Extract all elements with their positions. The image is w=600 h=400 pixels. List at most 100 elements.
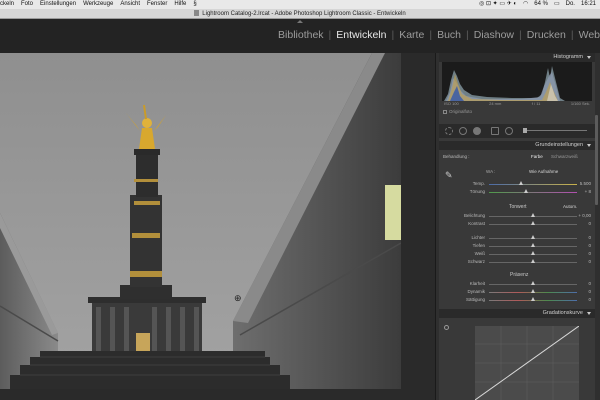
menu-item-view[interactable]: Ansicht bbox=[120, 0, 140, 9]
temp-value[interactable]: 5.500 bbox=[580, 181, 591, 186]
crop-tool-icon[interactable] bbox=[445, 127, 453, 135]
whites-slider-row[interactable]: Weiß 0 bbox=[439, 251, 595, 257]
blacks-value[interactable]: 0 bbox=[588, 259, 591, 264]
module-map[interactable]: Karte bbox=[399, 29, 424, 41]
treatment-color-button[interactable]: Farbe bbox=[531, 154, 543, 159]
exposure-knob[interactable] bbox=[531, 213, 535, 217]
vibrance-label: Dynamik bbox=[467, 289, 485, 294]
tint-value[interactable]: + 8 bbox=[585, 189, 591, 194]
photo-canvas[interactable]: ⊕ bbox=[0, 53, 435, 400]
spot-removal-icon[interactable] bbox=[459, 127, 467, 135]
clock-time[interactable]: 16:21 bbox=[581, 0, 596, 9]
collapse-top-panel-icon[interactable] bbox=[297, 20, 303, 23]
menu-item-tools[interactable]: Werkzeuge bbox=[83, 0, 113, 9]
module-develop[interactable]: Entwickeln bbox=[336, 29, 386, 41]
module-separator: | bbox=[429, 29, 433, 41]
histogram-graph[interactable] bbox=[442, 62, 592, 101]
tint-knob[interactable] bbox=[524, 189, 528, 193]
tone-curve-title: Gradationskurve bbox=[542, 310, 583, 316]
temp-slider-row[interactable]: Temp. 5.500 bbox=[439, 181, 595, 187]
saturation-value[interactable]: 0 bbox=[588, 297, 591, 302]
highlights-knob[interactable] bbox=[531, 235, 535, 239]
highlights-slider-row[interactable]: Lichter 0 bbox=[439, 235, 595, 241]
histogram-title: Histogramm bbox=[553, 54, 583, 60]
exposure-value[interactable]: + 0,00 bbox=[578, 213, 591, 218]
contrast-slider-row[interactable]: Kontrast 0 bbox=[439, 221, 595, 227]
original-photo-toggle[interactable]: Originalfoto bbox=[443, 109, 472, 114]
contrast-knob[interactable] bbox=[531, 221, 535, 225]
blacks-knob[interactable] bbox=[531, 259, 535, 263]
shadows-knob[interactable] bbox=[531, 243, 535, 247]
exposure-slider-row[interactable]: Belichtung + 0,00 bbox=[439, 213, 595, 219]
module-separator: | bbox=[570, 29, 574, 41]
auto-tone-button[interactable]: Autom. bbox=[563, 204, 577, 209]
exif-info: ISO 100 24 mm f / 11 1/160 Sek. bbox=[442, 101, 592, 107]
blacks-slider-row[interactable]: Schwarz 0 bbox=[439, 259, 595, 265]
target-adjust-icon[interactable] bbox=[444, 325, 449, 330]
contrast-label: Kontrast bbox=[468, 221, 485, 226]
exposure-label: Belichtung bbox=[463, 213, 485, 218]
temp-track[interactable] bbox=[489, 184, 577, 185]
tone-curve-graph[interactable] bbox=[475, 326, 579, 400]
whites-label: Weiß bbox=[474, 251, 485, 256]
clarity-slider-row[interactable]: Klarheit 0 bbox=[439, 281, 595, 287]
temp-label: Temp. bbox=[472, 181, 485, 186]
menu-item-window[interactable]: Fenster bbox=[147, 0, 167, 9]
wifi-icon[interactable]: ◠ bbox=[523, 0, 528, 9]
panel-scrollbar[interactable] bbox=[595, 115, 598, 205]
whites-value[interactable]: 0 bbox=[588, 251, 591, 256]
histogram-header[interactable]: Histogramm bbox=[439, 53, 595, 62]
treatment-bw-button[interactable]: Schwarzweiß bbox=[551, 154, 578, 159]
menu-item-settings[interactable]: Einstellungen bbox=[40, 0, 76, 9]
saturation-slider-row[interactable]: Sättigung 0 bbox=[439, 297, 595, 303]
clarity-value[interactable]: 0 bbox=[588, 281, 591, 286]
panel-content: Histogramm ISO 100 24 mm f / 11 1/160 Se… bbox=[439, 53, 595, 400]
module-book[interactable]: Buch bbox=[437, 29, 461, 41]
menu-item-photo[interactable]: Foto bbox=[21, 0, 33, 9]
module-separator: | bbox=[391, 29, 395, 41]
menu-item-help[interactable]: Hilfe bbox=[174, 0, 186, 9]
tint-label: Tönung bbox=[469, 189, 485, 194]
tone-curve-header[interactable]: Gradationskurve bbox=[439, 309, 595, 318]
menu-item-develop[interactable]: ckeln bbox=[0, 0, 14, 9]
tool-strip bbox=[439, 124, 595, 138]
battery-icon[interactable]: ▭ bbox=[554, 0, 560, 9]
collapse-triangle-icon[interactable] bbox=[587, 56, 591, 59]
wb-preset-select[interactable]: Wie Aufnahme bbox=[529, 169, 558, 174]
tint-track[interactable] bbox=[489, 192, 577, 193]
vibrance-value[interactable]: 0 bbox=[588, 289, 591, 294]
collapse-triangle-icon[interactable] bbox=[587, 144, 591, 147]
saturation-knob[interactable] bbox=[531, 297, 535, 301]
lightroom-window: ckeln Foto Einstellungen Werkzeuge Ansic… bbox=[0, 0, 600, 400]
tint-slider-row[interactable]: Tönung + 8 bbox=[439, 189, 595, 195]
victory-column-photo bbox=[0, 53, 401, 389]
basic-panel-header[interactable]: Grundeinstellungen bbox=[439, 141, 595, 150]
clock-day[interactable]: Do. bbox=[566, 0, 575, 9]
shadows-value[interactable]: 0 bbox=[588, 243, 591, 248]
vibrance-slider-row[interactable]: Dynamik 0 bbox=[439, 289, 595, 295]
photo-image[interactable] bbox=[0, 53, 401, 389]
script-icon[interactable]: § bbox=[193, 0, 196, 9]
module-slideshow[interactable]: Diashow bbox=[474, 29, 514, 41]
module-print[interactable]: Drucken bbox=[527, 29, 566, 41]
brush-slider-knob[interactable] bbox=[523, 128, 527, 133]
red-eye-icon[interactable] bbox=[473, 127, 481, 135]
battery-percent[interactable]: 64 % bbox=[534, 0, 548, 9]
shadows-slider-row[interactable]: Tiefen 0 bbox=[439, 243, 595, 249]
brush-slider[interactable] bbox=[523, 128, 587, 133]
module-library[interactable]: Bibliothek bbox=[278, 29, 324, 41]
original-photo-checkbox[interactable] bbox=[443, 110, 447, 114]
collapse-triangle-icon[interactable] bbox=[587, 312, 591, 315]
whites-knob[interactable] bbox=[531, 251, 535, 255]
status-icons[interactable]: ◎ ⊡ ✦ ▭ ✈ ◐ bbox=[479, 0, 517, 9]
wb-label: WA : bbox=[486, 169, 496, 174]
graduated-filter-icon[interactable] bbox=[491, 127, 499, 135]
vibrance-knob[interactable] bbox=[531, 289, 535, 293]
contrast-value[interactable]: 0 bbox=[588, 221, 591, 226]
module-web[interactable]: Web bbox=[579, 29, 600, 41]
temp-knob[interactable] bbox=[519, 181, 523, 185]
clarity-knob[interactable] bbox=[531, 281, 535, 285]
radial-filter-icon[interactable] bbox=[505, 127, 513, 135]
highlights-value[interactable]: 0 bbox=[588, 235, 591, 240]
white-balance-picker-icon[interactable]: ✎ bbox=[445, 170, 453, 181]
